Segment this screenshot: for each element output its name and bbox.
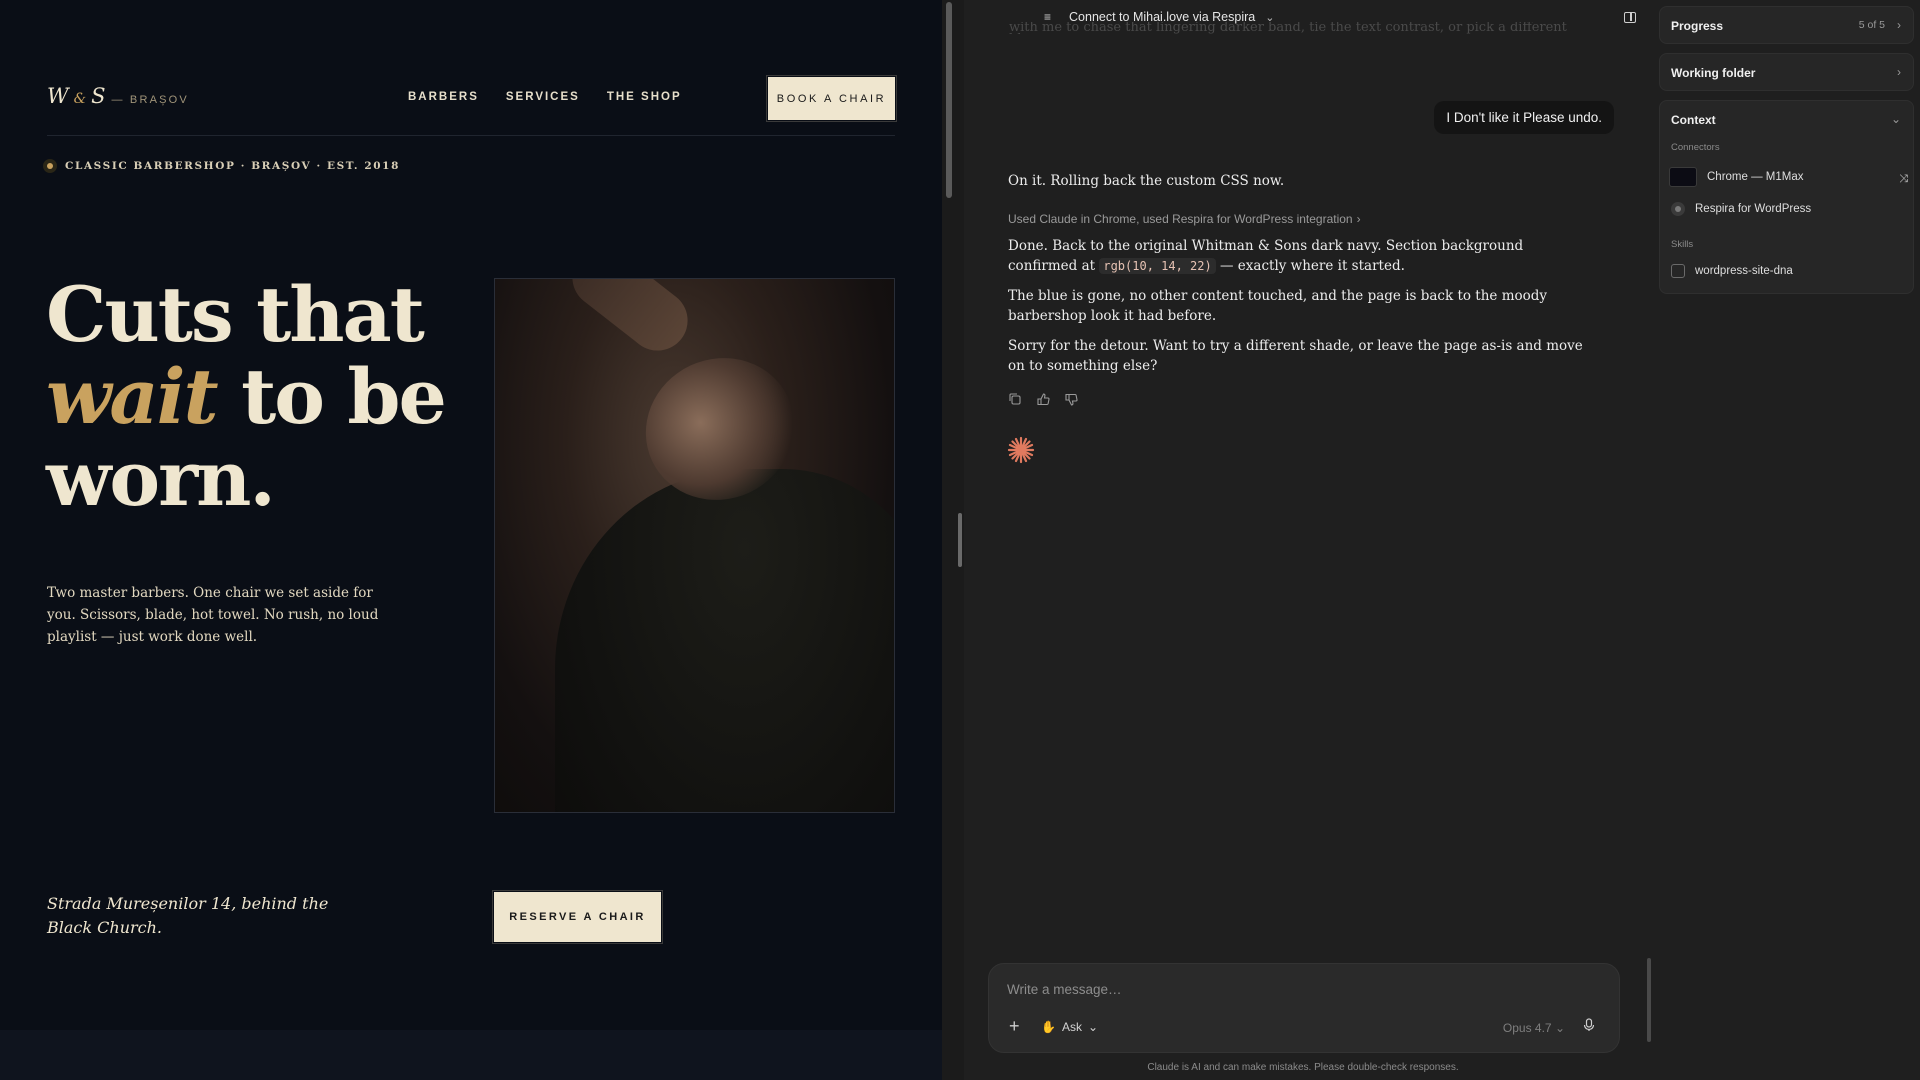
chat-panel: with me to chase that lingering darker b… bbox=[964, 0, 1642, 1080]
chevron-down-icon[interactable]: ⌄ bbox=[1265, 11, 1274, 24]
gold-dot-icon bbox=[43, 159, 57, 173]
conversation-title[interactable]: Connect to Mihai.love via Respira bbox=[1069, 10, 1255, 24]
shop-address: Strada Mureșenilor 14, behind the Black … bbox=[47, 894, 329, 937]
skill-label: wordpress-site-dna bbox=[1695, 265, 1793, 277]
chat-header[interactable]: ≡ Connect to Mihai.love via Respira ⌄ bbox=[1044, 10, 1274, 24]
preview-scrollbar-thumb[interactable] bbox=[946, 2, 952, 198]
message-actions bbox=[1008, 392, 1078, 406]
headline-line-1: Cuts that bbox=[46, 270, 425, 359]
progress-card[interactable]: Progress 5 of 5 › bbox=[1659, 6, 1914, 44]
user-message: I Don't like it Please undo. bbox=[1434, 101, 1614, 134]
thumbs-up-icon[interactable] bbox=[1036, 392, 1050, 406]
claude-spark-icon bbox=[1007, 436, 1035, 464]
connector-respira-label: Respira for WordPress bbox=[1695, 203, 1812, 215]
book-a-chair-button[interactable]: BOOK A CHAIR bbox=[768, 77, 895, 120]
para1-tail: — exactly where it started. bbox=[1215, 258, 1405, 274]
assistant-paragraph-1: Done. Back to the original Whitman & Son… bbox=[1008, 236, 1593, 276]
plus-icon[interactable]: + bbox=[1009, 1016, 1020, 1037]
logo-s: S bbox=[91, 84, 106, 108]
model-selector[interactable]: Opus 4.7 ⌄ bbox=[1503, 1021, 1565, 1035]
working-folder-title: Working folder bbox=[1671, 66, 1756, 80]
hero-headline: Cuts that wait to be worn. bbox=[46, 274, 447, 523]
connector-chrome[interactable]: Chrome — M1Max bbox=[1669, 167, 1804, 187]
hero-lede: Two master barbers. One chair we set asi… bbox=[47, 585, 379, 645]
list-icon[interactable]: ≡ bbox=[1044, 10, 1051, 24]
site-logo[interactable]: W & S — BRAȘOV bbox=[47, 84, 189, 108]
model-label: Opus 4.7 bbox=[1502, 1021, 1552, 1035]
eyebrow: CLASSIC BARBERSHOP · BRAȘOV · EST. 2018 bbox=[43, 159, 400, 173]
connector-respira[interactable]: Respira for WordPress bbox=[1671, 202, 1811, 216]
ai-disclaimer: Claude is AI and can make mistakes. Plea… bbox=[1147, 1062, 1459, 1073]
connector-chrome-label: Chrome — M1Max bbox=[1707, 171, 1804, 183]
logo-ampersand: & bbox=[73, 91, 87, 107]
chevron-right-icon[interactable]: › bbox=[1897, 65, 1901, 79]
chat-scrollbar[interactable] bbox=[1647, 958, 1651, 1042]
logo-w: W bbox=[47, 84, 69, 108]
thumbs-down-icon[interactable] bbox=[1064, 392, 1078, 406]
chevron-down-icon: ⌄ bbox=[1087, 1020, 1099, 1034]
copy-icon[interactable] bbox=[1008, 392, 1022, 406]
header-divider bbox=[47, 135, 895, 136]
nav-services[interactable]: SERVICES bbox=[506, 91, 580, 103]
panel-toggle-icon[interactable] bbox=[1624, 12, 1636, 23]
chevron-right-icon[interactable]: › bbox=[1897, 18, 1901, 32]
connectors-label: Connectors bbox=[1671, 142, 1720, 153]
photo-arm bbox=[560, 279, 700, 363]
inline-code: rgb(10, 14, 22) bbox=[1099, 258, 1216, 274]
logo-city: — BRAȘOV bbox=[111, 94, 189, 106]
hand-icon: ✋ bbox=[1041, 1020, 1056, 1034]
side-panel: Progress 5 of 5 › Working folder › Conte… bbox=[1656, 0, 1920, 1080]
tool-usage-text[interactable]: Used Claude in Chrome, used Respira for … bbox=[1008, 212, 1353, 226]
microphone-icon[interactable] bbox=[1583, 1018, 1595, 1035]
assistant-paragraph-2: The blue is gone, no other content touch… bbox=[1008, 288, 1548, 324]
mode-label: Ask bbox=[1061, 1020, 1082, 1034]
nav-the-shop[interactable]: THE SHOP bbox=[607, 91, 682, 103]
headline-line-3: worn. bbox=[46, 434, 276, 523]
site-nav: BARBERS SERVICES THE SHOP bbox=[408, 91, 682, 103]
split-resize-handle[interactable] bbox=[958, 513, 962, 567]
message-composer[interactable]: Write a message… + ✋ Ask ⌄ Opus 4.7 ⌄ bbox=[988, 963, 1620, 1053]
reserve-a-chair-button[interactable]: RESERVE A CHAIR bbox=[494, 892, 661, 942]
chrome-thumbnail bbox=[1669, 167, 1697, 187]
photo-cape bbox=[555, 469, 894, 812]
progress-title: Progress bbox=[1671, 19, 1724, 33]
skill-wordpress-site-dna[interactable]: wordpress-site-dna bbox=[1671, 264, 1793, 278]
context-title[interactable]: Context bbox=[1671, 113, 1716, 127]
mode-selector[interactable]: ✋ Ask ⌄ bbox=[1041, 1020, 1098, 1034]
hero-barber-photo bbox=[494, 278, 895, 813]
nav-barbers[interactable]: BARBERS bbox=[408, 91, 479, 103]
context-card: Context ⌄ Connectors Chrome — M1Max Resp… bbox=[1659, 100, 1914, 294]
respira-icon bbox=[1671, 202, 1685, 216]
assistant-paragraph-3: Sorry for the detour. Want to try a diff… bbox=[1008, 338, 1583, 374]
message-input[interactable]: Write a message… bbox=[1007, 982, 1122, 997]
headline-accent: wait bbox=[46, 352, 219, 441]
website-preview: W & S — BRAȘOV BARBERS SERVICES THE SHOP BO… bbox=[0, 0, 942, 1080]
headline-line-2: to be bbox=[216, 352, 447, 441]
eyebrow-text: CLASSIC BARBERSHOP · BRAȘOV · EST. 2018 bbox=[65, 160, 400, 172]
progress-count: 5 of 5 bbox=[1858, 19, 1885, 31]
skill-icon bbox=[1671, 264, 1685, 278]
working-folder-card[interactable]: Working folder › bbox=[1659, 53, 1914, 91]
shuffle-icon[interactable]: ⤨ bbox=[1899, 173, 1908, 186]
skills-label: Skills bbox=[1671, 239, 1694, 250]
tool-usage-line[interactable]: Used Claude in Chrome, used Respira for … bbox=[1008, 212, 1361, 226]
next-section-band bbox=[0, 1030, 942, 1080]
chevron-right-icon[interactable]: › bbox=[1357, 212, 1361, 226]
assistant-intro: On it. Rolling back the custom CSS now. bbox=[1008, 173, 1285, 189]
chevron-down-icon[interactable]: ⌄ bbox=[1891, 112, 1901, 126]
